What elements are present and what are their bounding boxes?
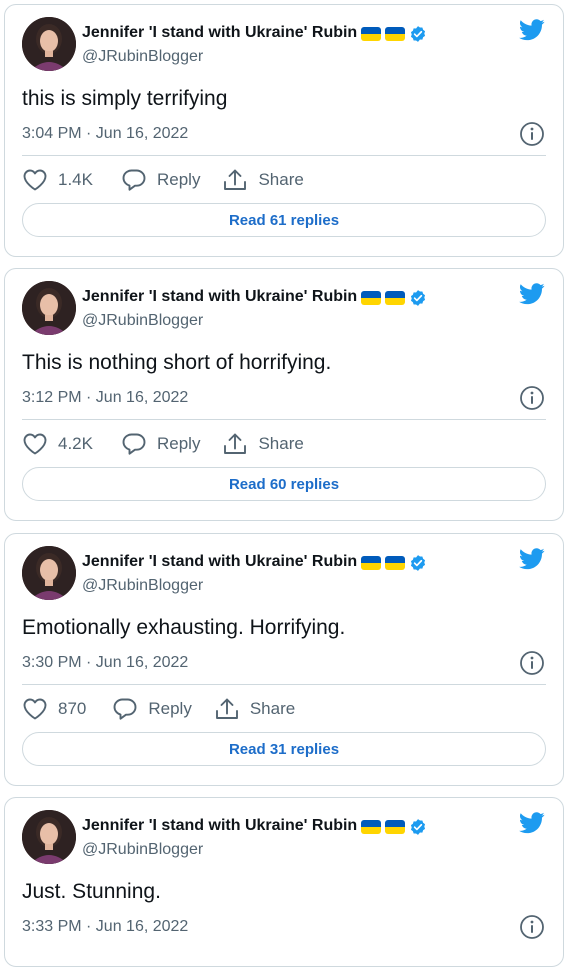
tweet-text: Emotionally exhausting. Horrifying. [22,616,346,639]
tweet-card[interactable]: Jennifer 'I stand with Ukraine' Rubin @J… [4,797,564,967]
verified-badge-icon [411,819,426,835]
twitter-bird-icon[interactable] [519,19,545,41]
tweet-timestamp[interactable]: 3:04 PM · Jun 16, 2022 [22,125,188,143]
reply-label: Reply [156,170,201,189]
ukraine-flag-icon [361,556,382,570]
display-name[interactable]: Jennifer 'I stand with Ukraine' Rubin [82,24,357,42]
tweet-actions: 4.2K Reply Share [22,431,304,457]
like-count: 4.2K [58,434,93,453]
reply-label: Reply [156,434,201,453]
author-name-row[interactable]: Jennifer 'I stand with Ukraine' Rubin [82,24,427,42]
reply-button[interactable]: Reply [121,168,200,192]
info-icon[interactable] [519,121,545,147]
share-button[interactable]: Share [214,697,295,721]
avatar[interactable] [22,546,76,600]
author-handle[interactable]: @JRubinBlogger [82,577,203,595]
like-button[interactable]: 1.4K [22,168,93,192]
like-button[interactable]: 4.2K [22,432,93,456]
divider [22,419,546,420]
info-icon[interactable] [519,650,545,676]
share-label: Share [258,434,304,453]
tweet-card[interactable]: Jennifer 'I stand with Ukraine' Rubin @J… [4,533,564,786]
like-count: 1.4K [58,170,93,189]
divider [22,155,546,156]
ukraine-flag-icon [385,556,406,570]
tweet-timestamp[interactable]: 3:12 PM · Jun 16, 2022 [22,389,188,407]
avatar-image [22,810,76,864]
reply-button[interactable]: Reply [121,432,200,456]
avatar[interactable] [22,17,76,71]
info-icon[interactable] [519,914,545,940]
like-count: 870 [58,699,87,718]
ukraine-flag-icon [385,27,406,41]
share-icon [224,433,247,454]
avatar-image [22,546,76,600]
read-replies-button[interactable]: Read 61 replies [22,203,546,237]
tweet-text: This is nothing short of horrifying. [22,351,332,374]
tweet-actions: 870 Reply Share [22,696,295,722]
author-name-row[interactable]: Jennifer 'I stand with Ukraine' Rubin [82,553,427,571]
reply-bubble-icon [113,698,137,720]
verified-badge-icon [411,26,426,42]
heart-icon [23,698,47,720]
tweet-card[interactable]: Jennifer 'I stand with Ukraine' Rubin @J… [4,268,564,521]
avatar-image [22,281,76,335]
info-icon[interactable] [519,385,545,411]
tweet-card[interactable]: Jennifer 'I stand with Ukraine' Rubin @J… [4,4,564,257]
divider [22,684,546,685]
share-icon [224,169,247,190]
tweet-timestamp[interactable]: 3:33 PM · Jun 16, 2022 [22,918,188,936]
heart-icon [23,433,47,455]
avatar[interactable] [22,281,76,335]
verified-badge-icon [411,290,426,306]
ukraine-flag-icon [361,291,382,305]
author-name-row[interactable]: Jennifer 'I stand with Ukraine' Rubin [82,288,427,306]
twitter-bird-icon[interactable] [519,548,545,570]
ukraine-flag-icon [385,291,406,305]
avatar-image [22,17,76,71]
read-replies-button[interactable]: Read 31 replies [22,732,546,766]
avatar[interactable] [22,810,76,864]
display-name[interactable]: Jennifer 'I stand with Ukraine' Rubin [82,817,357,835]
twitter-bird-icon[interactable] [519,812,545,834]
ukraine-flag-icon [385,820,406,834]
reply-bubble-icon [122,433,146,455]
share-icon [215,698,238,719]
tweet-timestamp[interactable]: 3:30 PM · Jun 16, 2022 [22,654,188,672]
like-button[interactable]: 870 [22,697,86,721]
verified-badge-icon [411,555,426,571]
read-replies-button[interactable]: Read 60 replies [22,467,546,501]
author-handle[interactable]: @JRubinBlogger [82,48,203,66]
ukraine-flag-icon [361,820,382,834]
display-name[interactable]: Jennifer 'I stand with Ukraine' Rubin [82,553,357,571]
reply-button[interactable]: Reply [112,697,192,721]
share-button[interactable]: Share [222,432,304,456]
reply-label: Reply [148,699,192,718]
author-name-row[interactable]: Jennifer 'I stand with Ukraine' Rubin [82,817,427,835]
twitter-bird-icon[interactable] [519,283,545,305]
heart-icon [23,169,47,191]
author-handle[interactable]: @JRubinBlogger [82,841,203,859]
tweet-actions: 1.4K Reply Share [22,167,304,193]
display-name[interactable]: Jennifer 'I stand with Ukraine' Rubin [82,288,357,306]
share-label: Share [258,170,304,189]
share-button[interactable]: Share [222,168,304,192]
reply-bubble-icon [122,169,146,191]
tweet-text: this is simply terrifying [22,87,228,110]
tweet-text: Just. Stunning. [22,880,161,903]
author-handle[interactable]: @JRubinBlogger [82,312,203,330]
ukraine-flag-icon [361,27,382,41]
share-label: Share [249,699,296,718]
